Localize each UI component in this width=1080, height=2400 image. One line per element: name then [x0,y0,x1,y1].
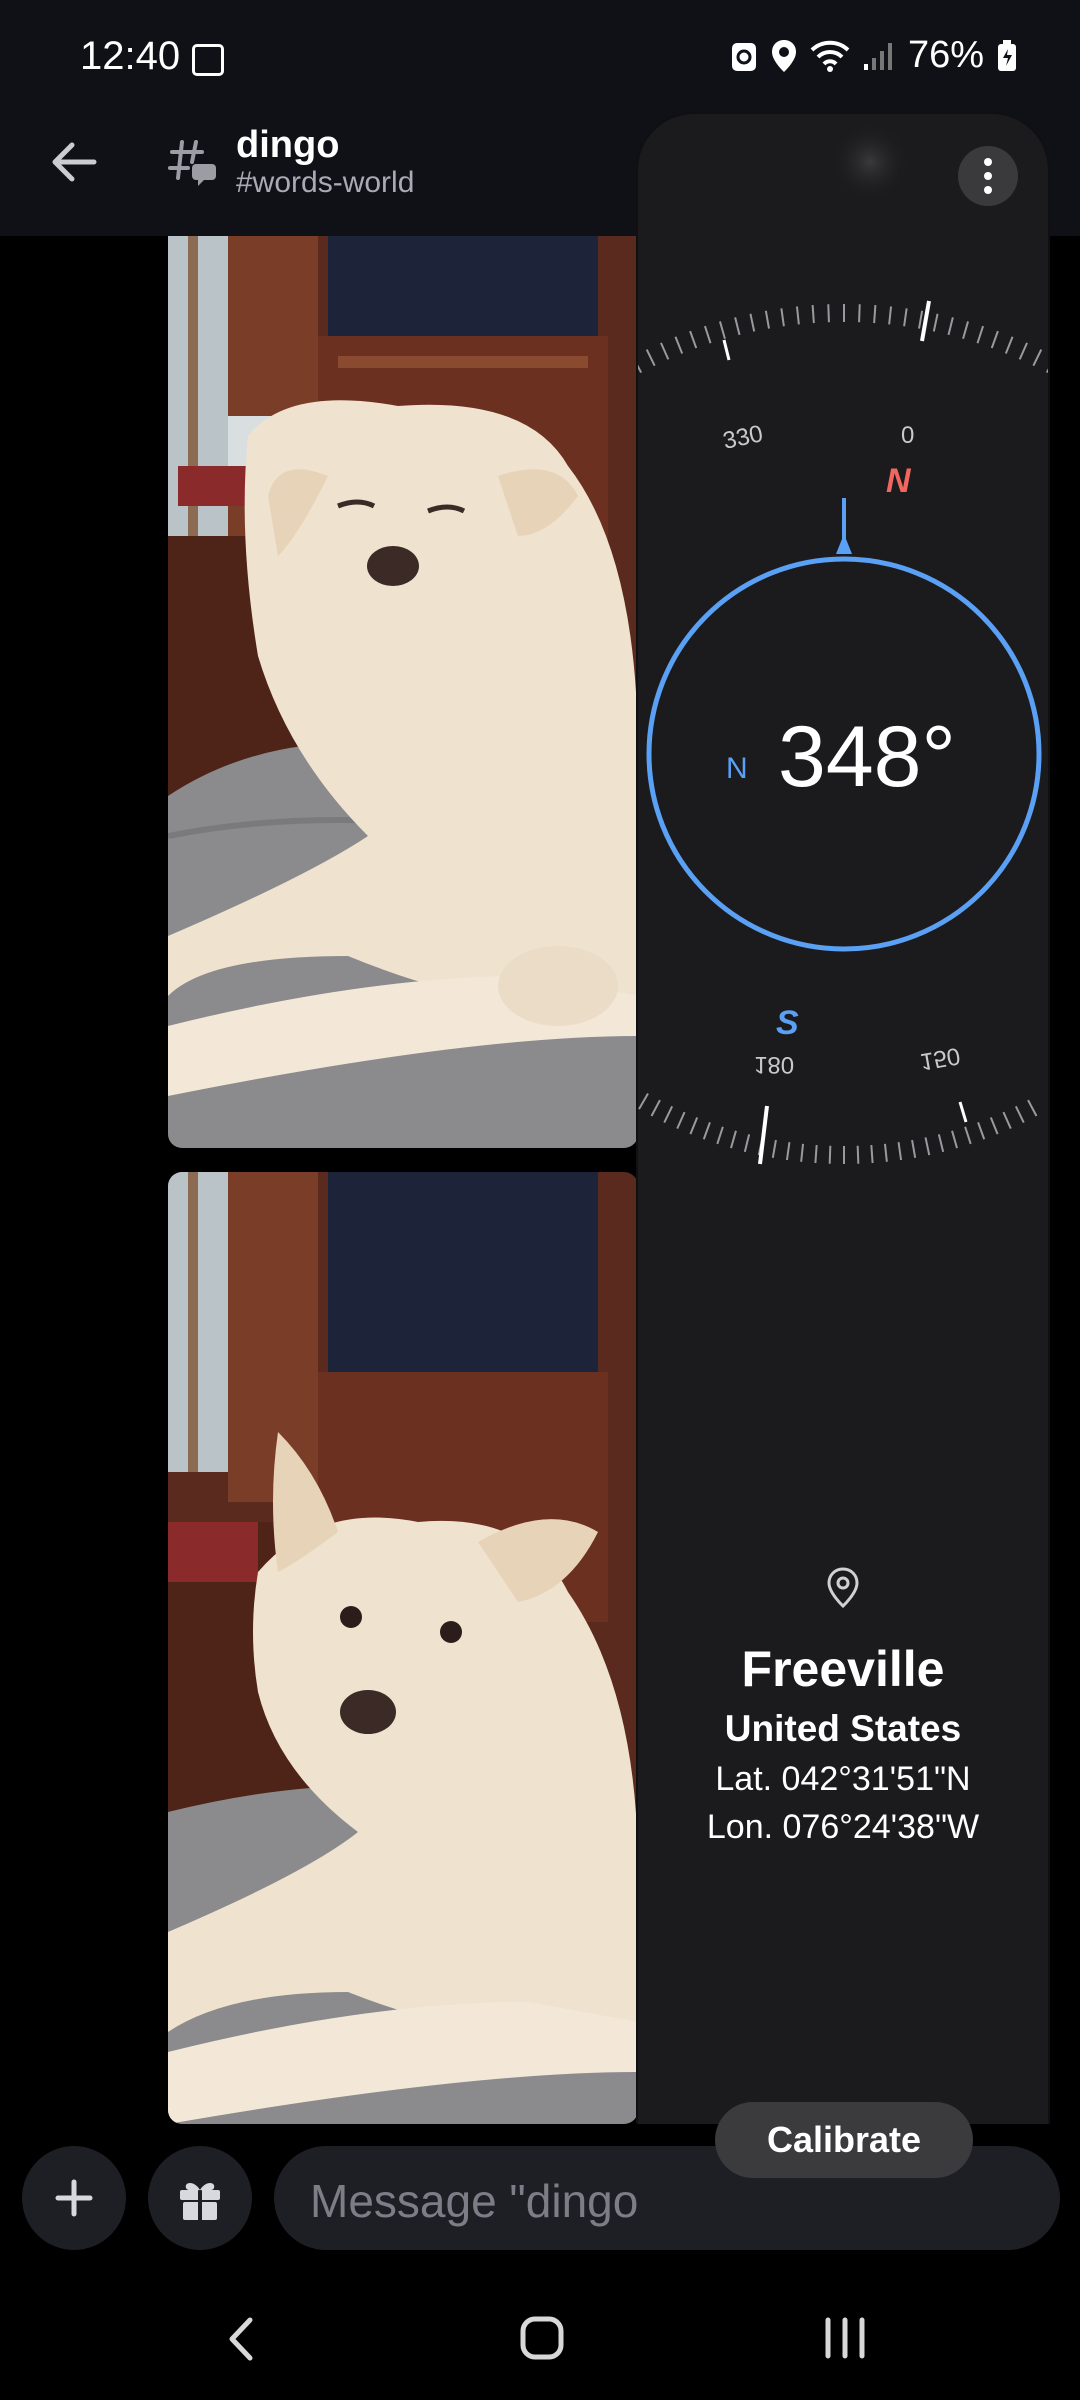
nav-recents-icon[interactable] [822,2316,868,2360]
dial-tick [827,304,830,323]
calibrate-button[interactable]: Calibrate [715,2102,973,2178]
heading-value: 348° [778,709,956,805]
battery-icon [998,39,1016,71]
location-city: Freeville [741,1641,945,1697]
dial-tick [645,349,656,367]
dial-tick [947,317,954,336]
dial-tick [903,308,908,327]
dial-tick [828,1145,832,1164]
nav-back-icon[interactable] [222,2314,262,2364]
dial-tick [650,1099,661,1117]
dial-tick [989,1117,999,1135]
dial-tick [719,321,726,340]
dial-tick [1014,1105,1025,1123]
sync-icon [731,42,756,71]
gift-icon [180,2183,220,2220]
dial-tick [873,305,877,324]
system-nav-bar [0,2274,1080,2400]
dial-tick [1045,368,1048,374]
location-country: United States [724,1708,962,1749]
dial-tick [1018,342,1028,360]
add-attachment-button[interactable] [22,2146,126,2250]
dial-tick [785,1142,791,1161]
location-latitude: Lat. 042°31'51"N [715,1760,971,1798]
dial-tick [911,1139,917,1158]
channel-name[interactable]: dingo [236,124,339,167]
dial-tick [932,313,939,332]
dial-tick [771,1139,777,1158]
dog-photo-2[interactable] [168,1172,638,2124]
dial-tick [638,1092,649,1110]
dial-tick [734,317,741,336]
message-input-placeholder: Message "dingo [310,2175,639,2227]
dial-tick [964,1126,972,1145]
dial-tick [976,325,985,344]
dial-tick [870,1144,874,1164]
nav-home-icon[interactable] [518,2314,566,2362]
status-icons: 76% [730,34,1018,77]
dial-tick [660,342,670,360]
dial-tick [674,336,684,354]
dial-tick [638,364,643,374]
dial-tick [951,1130,958,1149]
dial-tick [676,1111,686,1129]
location-pin-icon [827,1567,859,1609]
dial-tick [990,330,999,349]
dial-tick [663,1105,674,1123]
plus-icon [55,2179,93,2217]
dial-tick [1032,349,1043,367]
back-arrow-icon[interactable] [44,132,104,192]
dial-tick [689,330,698,349]
location-icon [771,39,796,72]
dial-tick [780,308,785,327]
gallery-notification-icon [192,44,224,76]
dial-tick [888,306,893,325]
signal-icon [863,42,892,70]
dial-tick [743,1134,751,1153]
dial-tick [1004,336,1014,354]
dial-tick [918,310,924,329]
tick-label-0: 0 [901,422,915,449]
status-time: 12:40 [80,34,181,78]
dial-tick [795,306,800,325]
dial-tick [1027,1099,1038,1117]
dial-tick [858,304,861,323]
dial-tick [856,1145,860,1164]
channel-parent[interactable]: #words-world [236,166,414,200]
inner-north-label: N [726,752,748,785]
dial-tick [897,1142,903,1161]
dial-tick [800,1143,805,1162]
dial-tick [716,1126,724,1145]
compass-panel: 330 0 N N 348° S 180 150 [638,114,1048,2190]
location-longitude: Lon. 076°24'38"W [706,1808,980,1846]
dog-photo-2-image [168,1172,638,2124]
gift-button[interactable] [148,2146,252,2250]
wifi-icon [810,40,850,72]
dial-tick [703,325,712,344]
dial-tick [814,1144,818,1164]
more-options-button[interactable] [958,146,1018,206]
dial-tick [977,1122,986,1140]
dial-tick [883,1143,888,1162]
dial-tick [924,1137,931,1156]
dial-tick [749,313,756,332]
dog-photo-1-image [168,236,638,1148]
dog-photo-1[interactable] [168,236,638,1148]
more-vert-icon [984,158,992,194]
compass-dial-south [638,1092,1038,1165]
dial-tick [811,305,815,324]
dial-tick [937,1134,945,1153]
dial-tick [764,310,770,329]
compass-dial [638,122,1048,952]
thread-channel-icon [168,140,216,186]
dial-tick [962,321,969,340]
cardinal-north-label: N [886,462,911,500]
dial-tick [702,1122,711,1140]
dial-tick [730,1130,737,1149]
dial-tick [689,1117,699,1135]
battery-percent: 76% [907,34,984,76]
dial-tick [1002,1111,1012,1129]
